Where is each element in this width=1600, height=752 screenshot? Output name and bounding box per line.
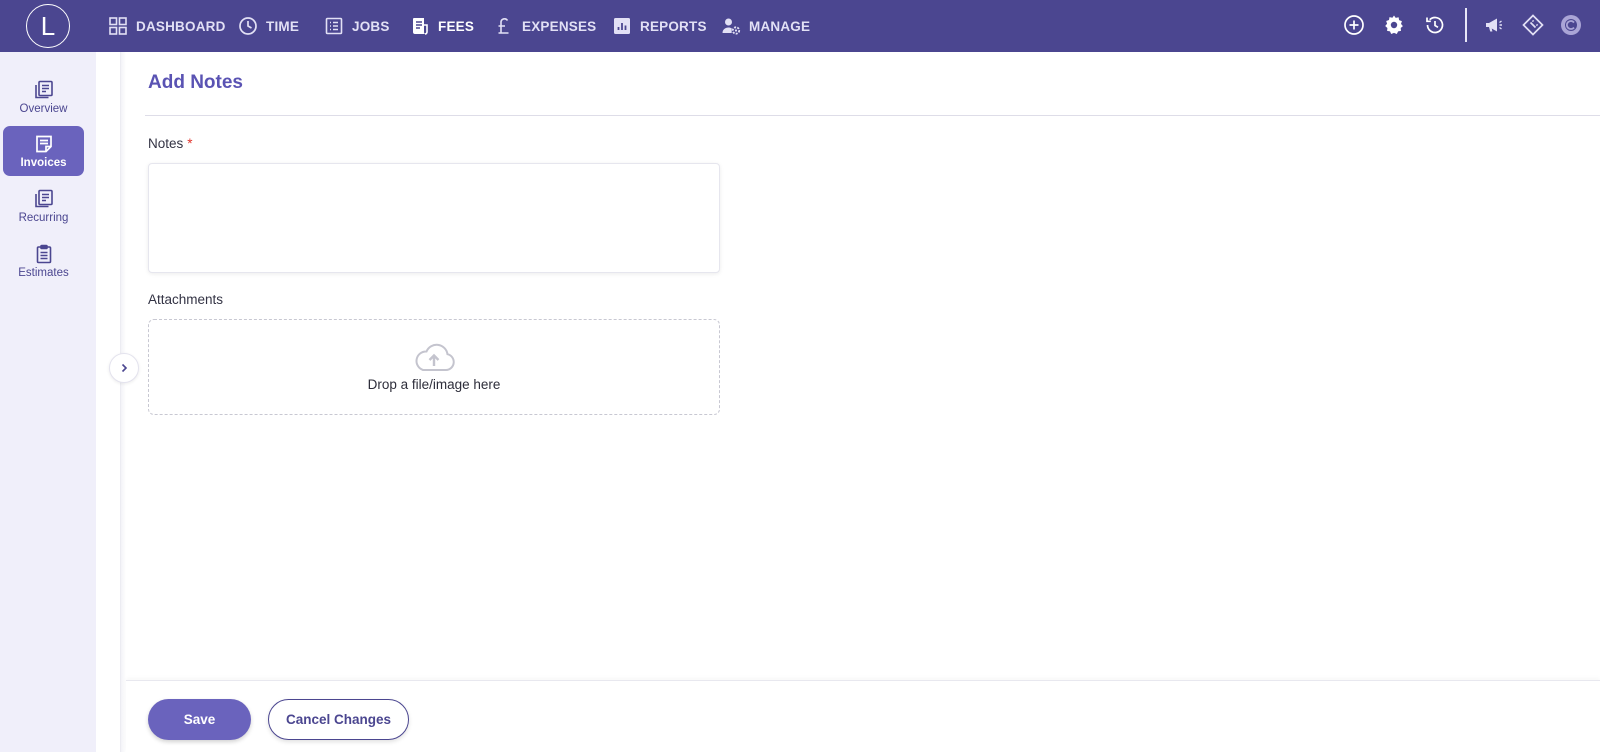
sidebar-expand-button[interactable] (109, 353, 139, 383)
nav-fees-label: FEES (438, 18, 475, 34)
nav-jobs-label: JOBS (352, 18, 390, 34)
sidebar-item-label: Estimates (18, 266, 69, 279)
save-button[interactable]: Save (148, 699, 251, 740)
nav-expenses[interactable]: EXPENSES (494, 0, 596, 52)
sidebar: Overview Invoices Recurring Estimates (0, 52, 96, 752)
sidebar-item-label: Invoices (20, 156, 67, 169)
sidebar-item-recurring[interactable]: Recurring (3, 181, 84, 231)
dropzone-text: Drop a file/image here (367, 376, 501, 392)
sidebar-item-label: Overview (19, 102, 68, 115)
nav-reports[interactable]: REPORTS (612, 0, 707, 52)
c-logo-icon[interactable] (1560, 14, 1582, 36)
add-circle-icon[interactable] (1343, 14, 1365, 36)
nav-dashboard[interactable]: DASHBOARD (108, 0, 226, 52)
nav-time[interactable]: TIME (238, 0, 299, 52)
megaphone-icon[interactable] (1483, 14, 1505, 36)
chevron-right-icon (121, 363, 128, 373)
attachments-label: Attachments (148, 292, 224, 307)
title-divider (145, 115, 1600, 116)
nav-reports-label: REPORTS (640, 18, 707, 34)
gear-icon[interactable] (1383, 14, 1405, 36)
nav-time-label: TIME (266, 18, 300, 34)
recurring-icon (34, 189, 53, 207)
pound-icon (498, 18, 509, 34)
nav-jobs[interactable]: JOBS (324, 0, 390, 52)
sidebar-edge (120, 52, 126, 752)
nav-manage-label: MANAGE (749, 18, 811, 34)
required-marker: * (187, 136, 193, 151)
sidebar-item-overview[interactable]: Overview (3, 72, 84, 122)
top-navigation-bar: L DASHBOARD TIME JOBS FEES EXPENSES REPO… (0, 0, 1600, 52)
receipt-icon (413, 18, 428, 35)
sidebar-item-invoices[interactable]: Invoices (3, 126, 84, 176)
sidebar-item-label: Recurring (18, 211, 69, 224)
cancel-changes-button[interactable]: Cancel Changes (268, 699, 409, 740)
sidebar-item-estimates[interactable]: Estimates (3, 236, 84, 286)
nav-dashboard-label: DASHBOARD (136, 18, 226, 34)
notes-label-text: Notes (148, 136, 184, 151)
nav-manage[interactable]: MANAGE (721, 0, 810, 52)
nav-expenses-label: EXPENSES (522, 18, 597, 34)
app-logo[interactable]: L (26, 4, 70, 48)
user-gear-icon (722, 18, 741, 35)
report-icon (614, 18, 630, 34)
cloud-upload-icon (415, 343, 455, 371)
history-icon[interactable] (1424, 14, 1446, 36)
invoice-icon (35, 135, 52, 152)
grid-icon (109, 17, 127, 35)
notes-label: Notes * (148, 136, 193, 151)
clipboard-icon (36, 244, 51, 263)
attachment-dropzone[interactable]: Drop a file/image here (148, 319, 720, 415)
notes-textarea[interactable] (148, 163, 720, 273)
clock-icon (239, 17, 257, 35)
overview-icon (34, 80, 53, 98)
ticket-icon[interactable] (1522, 14, 1544, 36)
nav-fees[interactable]: FEES (410, 0, 474, 52)
list-icon (325, 17, 343, 35)
toolbar-divider (1465, 8, 1467, 42)
page-title: Add Notes (148, 72, 243, 93)
